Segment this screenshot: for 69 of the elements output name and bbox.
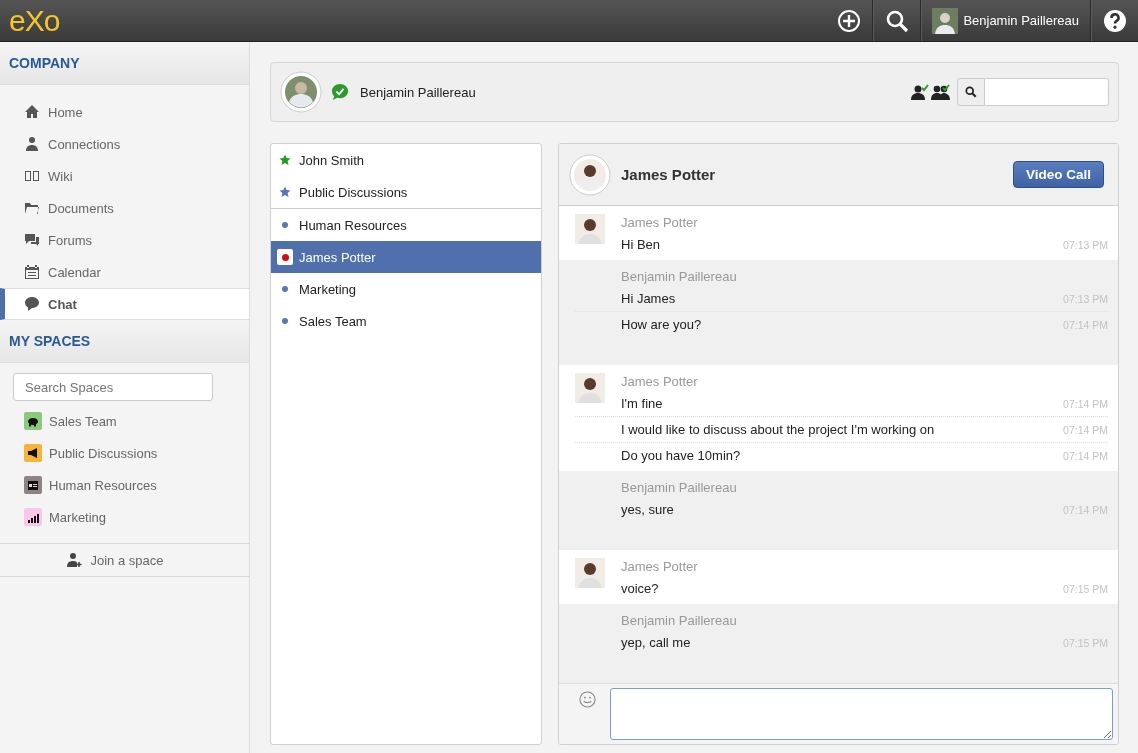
speech-bubbles-icon: [24, 232, 40, 248]
message-time: 07:15 PM: [1063, 582, 1108, 595]
join-space-link[interactable]: Join a space: [0, 543, 249, 577]
calendar-icon: [24, 264, 40, 280]
room-item[interactable]: Sales Team: [271, 305, 541, 337]
nav-item[interactable]: Forums: [0, 224, 249, 256]
house-icon: [24, 104, 40, 120]
room-item[interactable]: James Potter: [271, 241, 541, 273]
add-icon[interactable]: [837, 8, 862, 33]
space-item[interactable]: Sales Team: [0, 405, 249, 437]
message-time: 07:14 PM: [1063, 423, 1108, 436]
nav-item[interactable]: Chat: [0, 288, 249, 320]
message-text: Hi James: [621, 291, 676, 306]
message-text: I'm fine: [621, 396, 663, 411]
message-text: I would like to discuss about the project I'm working on: [621, 422, 935, 437]
online-status-icon: [331, 83, 349, 101]
search-field[interactable]: Search Spaces: [13, 373, 213, 401]
message-time: 07:14 PM: [1063, 397, 1108, 410]
nav-item[interactable]: Documents: [0, 192, 249, 224]
message-text: Hi Ben: [621, 237, 661, 252]
help-icon[interactable]: [1103, 8, 1127, 33]
message-time: 07:14 PM: [1063, 449, 1108, 462]
avatar-icon: [575, 558, 605, 588]
message-input[interactable]: [610, 688, 1113, 740]
space-item[interactable]: Human Resources: [0, 469, 249, 501]
nav-item[interactable]: Home: [0, 96, 249, 128]
nav-item[interactable]: Connections: [0, 128, 249, 160]
add-user-icon: [65, 552, 82, 568]
message-text: yep, call me: [621, 635, 691, 650]
avatar-icon: [575, 373, 605, 403]
search-field[interactable]: [985, 78, 1109, 106]
nav-item[interactable]: Wiki: [0, 160, 249, 192]
sender-name: James Potter: [621, 373, 699, 391]
avatar-icon: [280, 71, 322, 113]
room-item[interactable]: Marketing: [271, 273, 541, 305]
room-item[interactable]: Public Discussions: [271, 176, 541, 208]
folder-icon: [24, 200, 40, 216]
avatar-icon: [575, 214, 605, 244]
sender-name: Benjamin Paillereau: [621, 268, 738, 286]
chat-title: James Potter: [621, 166, 716, 183]
chat-icon: [24, 296, 40, 312]
sender-name: Benjamin Paillereau: [621, 612, 738, 630]
user-name[interactable]: Benjamin Paillereau: [963, 13, 1079, 28]
message-time: 07:13 PM: [1063, 238, 1108, 251]
room-item[interactable]: John Smith: [271, 144, 541, 176]
message-text: How are you?: [621, 317, 702, 332]
video-call-button[interactable]: Video Call: [1012, 161, 1104, 188]
book-icon: [24, 168, 40, 184]
smiley-icon[interactable]: [579, 691, 596, 708]
nav-item[interactable]: Calendar: [0, 256, 249, 288]
space-item[interactable]: Marketing: [0, 501, 249, 533]
logo[interactable]: eXo: [9, 5, 60, 36]
user-name: Benjamin Paillereau: [360, 84, 476, 100]
search-icon[interactable]: [885, 8, 910, 33]
sender-name: James Potter: [621, 214, 699, 232]
sender-name: James Potter: [621, 558, 699, 576]
person-icon: [24, 136, 40, 152]
sender-name: Benjamin Paillereau: [621, 479, 738, 497]
space-item[interactable]: Public Discussions: [0, 437, 249, 469]
message-text: Do you have 10min?: [621, 448, 741, 463]
message-text: voice?: [621, 581, 659, 596]
search-icon: [965, 86, 977, 98]
avatar-icon[interactable]: [932, 7, 959, 34]
room-item[interactable]: Human Resources: [271, 209, 541, 241]
users-check-icon[interactable]: [931, 84, 951, 100]
message-text: yes, sure: [621, 502, 674, 517]
user-check-icon[interactable]: [911, 84, 929, 100]
avatar-icon: [569, 153, 611, 196]
search-button[interactable]: [957, 78, 985, 106]
